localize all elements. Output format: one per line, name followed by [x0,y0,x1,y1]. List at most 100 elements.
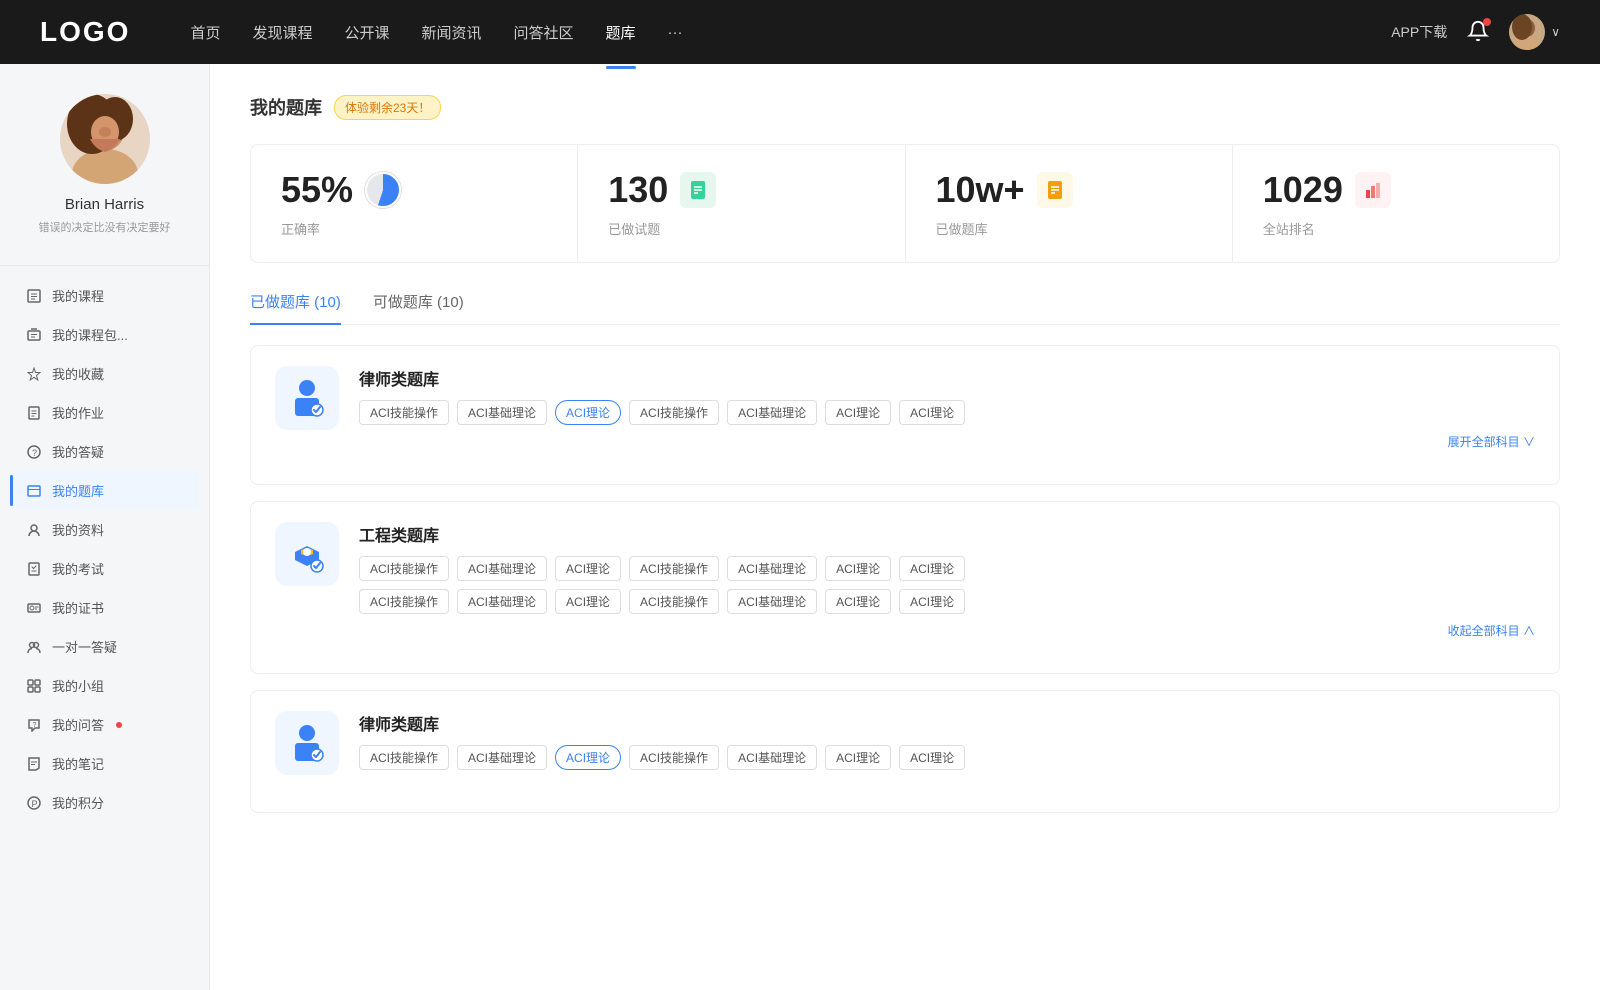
sidebar-item-9[interactable]: 一对一答疑 [10,627,199,666]
tag-4[interactable]: ACI基础理论 [727,400,817,425]
tag-3[interactable]: ACI技能操作 [629,400,719,425]
nav-item-发现课程[interactable]: 发现课程 [252,18,312,47]
bank-icon [26,483,42,499]
sidebar-item-0[interactable]: 我的课程 [10,276,199,315]
tag-5[interactable]: ACI理论 [825,556,891,581]
sidebar-item-label: 我的积分 [52,793,104,812]
tag-3[interactable]: ACI技能操作 [629,556,719,581]
sidebar-item-12[interactable]: 我的笔记 [10,744,199,783]
tag-2[interactable]: ACI理论 [555,556,621,581]
nav-item-题库[interactable]: 题库 [606,18,636,47]
stat-value: 1029 [1263,169,1343,211]
tag-3[interactable]: ACI技能操作 [629,745,719,770]
svg-text:?: ? [32,448,37,458]
stat-label: 已做试题 [608,219,874,238]
bank-card-0: 律师类题库 ACI技能操作ACI基础理论ACI理论ACI技能操作ACI基础理论A… [250,345,1560,485]
profile-section: Brian Harris 错误的决定比没有决定要好 [23,94,187,235]
tag-r2-3[interactable]: ACI技能操作 [629,589,719,614]
main-content: 我的题库 体验剩余23天！ 55% 正确率 130 已做试题 10w+ 已做题库… [210,64,1600,990]
bank-card-header: 律师类题库 ACI技能操作ACI基础理论ACI理论ACI技能操作ACI基础理论A… [275,366,1535,450]
sidebar-item-1[interactable]: 我的课程包... [10,315,199,354]
nav-item-问答社区[interactable]: 问答社区 [514,18,574,47]
stat-top: 55% [281,169,547,211]
tag-0[interactable]: ACI技能操作 [359,556,449,581]
profile-name: Brian Harris [65,196,144,213]
sidebar-item-10[interactable]: 我的小组 [10,666,199,705]
sidebar-item-3[interactable]: 我的作业 [10,393,199,432]
sidebar-item-11[interactable]: ?我的问答 [10,705,199,744]
points-icon: P [26,795,42,811]
tag-6[interactable]: ACI理论 [899,400,965,425]
profile-motto: 错误的决定比没有决定要好 [23,219,187,235]
sidebar-item-label: 我的考试 [52,559,104,578]
tag-r2-1[interactable]: ACI基础理论 [457,589,547,614]
nav-item-首页[interactable]: 首页 [190,18,220,47]
tag-0[interactable]: ACI技能操作 [359,400,449,425]
tag-2[interactable]: ACI理论 [555,400,621,425]
bank-title: 律师类题库 [359,711,1535,735]
tag-4[interactable]: ACI基础理论 [727,745,817,770]
sidebar-item-7[interactable]: 我的考试 [10,549,199,588]
nav-links: 首页 发现课程 公开课 新闻资讯 问答社区 题库 ··· [190,18,1391,47]
tag-r2-0[interactable]: ACI技能操作 [359,589,449,614]
sidebar-item-label: 我的课程 [52,286,104,305]
expand-link[interactable]: 收起全部科目 ∧ [359,622,1535,639]
sidebar-divider [0,265,209,266]
chart-red-icon [1355,172,1391,208]
tag-5[interactable]: ACI理论 [825,400,891,425]
sidebar-item-6[interactable]: 我的资料 [10,510,199,549]
tag-6[interactable]: ACI理论 [899,745,965,770]
profile-avatar [60,94,150,184]
tag-6[interactable]: ACI理论 [899,556,965,581]
tag-2[interactable]: ACI理论 [555,745,621,770]
expand-link[interactable]: 展开全部科目 ∨ [359,433,1535,450]
question-icon: ? [26,444,42,460]
navbar: LOGO 首页发现课程公开课新闻资讯问答社区题库··· APP下载 ∨ [0,0,1600,64]
tags-row-1: ACI技能操作 ACI基础理论 ACI理论 ACI技能操作 ACI基础理论 ACI理论 AC… [359,556,1535,581]
bank-icon-lawyer [275,711,339,775]
nav-item-···[interactable]: ··· [668,20,683,45]
tag-r2-5[interactable]: ACI理论 [825,589,891,614]
stats-row: 55% 正确率 130 已做试题 10w+ 已做题库 1029 全站排名 [250,144,1560,263]
chevron-down-icon: ∨ [1551,25,1560,39]
stat-item-0: 55% 正确率 [251,145,578,262]
bell-icon[interactable] [1467,20,1489,45]
tag-5[interactable]: ACI理论 [825,745,891,770]
svg-text:P: P [32,799,38,809]
tag-r2-4[interactable]: ACI基础理论 [727,589,817,614]
tabs-row: 已做题库 (10) 可做题库 (10) [250,291,1560,325]
trial-badge: 体验剩余23天！ [334,95,441,120]
stat-item-2: 10w+ 已做题库 [906,145,1233,262]
sidebar-item-4[interactable]: ?我的答疑 [10,432,199,471]
app-download[interactable]: APP下载 [1391,22,1447,42]
tag-0[interactable]: ACI技能操作 [359,745,449,770]
tag-4[interactable]: ACI基础理论 [727,556,817,581]
tag-1[interactable]: ACI基础理论 [457,556,547,581]
sidebar-item-label: 我的小组 [52,676,104,695]
sidebar-item-label: 我的课程包... [52,325,128,344]
tag-r2-6[interactable]: ACI理论 [899,589,965,614]
sidebar-item-label: 我的问答 [52,715,104,734]
exam-icon [26,561,42,577]
tab-item-0[interactable]: 已做题库 (10) [250,291,341,324]
user-avatar-menu[interactable]: ∨ [1509,14,1560,50]
tag-1[interactable]: ACI基础理论 [457,745,547,770]
sidebar-item-13[interactable]: P 我的积分 [10,783,199,822]
homework-icon [26,405,42,421]
sidebar-item-8[interactable]: 我的证书 [10,588,199,627]
bank-card-body: 工程类题库 ACI技能操作ACI基础理论ACI理论ACI技能操作ACI基础理论A… [359,522,1535,639]
sidebar-item-5[interactable]: 我的题库 [10,471,199,510]
bank-card-body: 律师类题库 ACI技能操作 ACI基础理论 ACI理论 ACI技能操作 ACI基础理论 A… [359,711,1535,778]
bank-card-body: 律师类题库 ACI技能操作ACI基础理论ACI理论ACI技能操作ACI基础理论A… [359,366,1535,450]
bank-card-header: 律师类题库 ACI技能操作 ACI基础理论 ACI理论 ACI技能操作 ACI基础理论 A… [275,711,1535,778]
nav-item-新闻资讯[interactable]: 新闻资讯 [422,18,482,47]
tab-item-1[interactable]: 可做题库 (10) [373,291,464,324]
sidebar-item-label: 我的收藏 [52,364,104,383]
sidebar-item-2[interactable]: 我的收藏 [10,354,199,393]
stat-top: 10w+ [936,169,1202,211]
tag-r2-2[interactable]: ACI理论 [555,589,621,614]
nav-item-公开课[interactable]: 公开课 [344,18,389,47]
stat-value: 10w+ [936,169,1025,211]
tag-1[interactable]: ACI基础理论 [457,400,547,425]
sidebar-item-label: 我的资料 [52,520,104,539]
